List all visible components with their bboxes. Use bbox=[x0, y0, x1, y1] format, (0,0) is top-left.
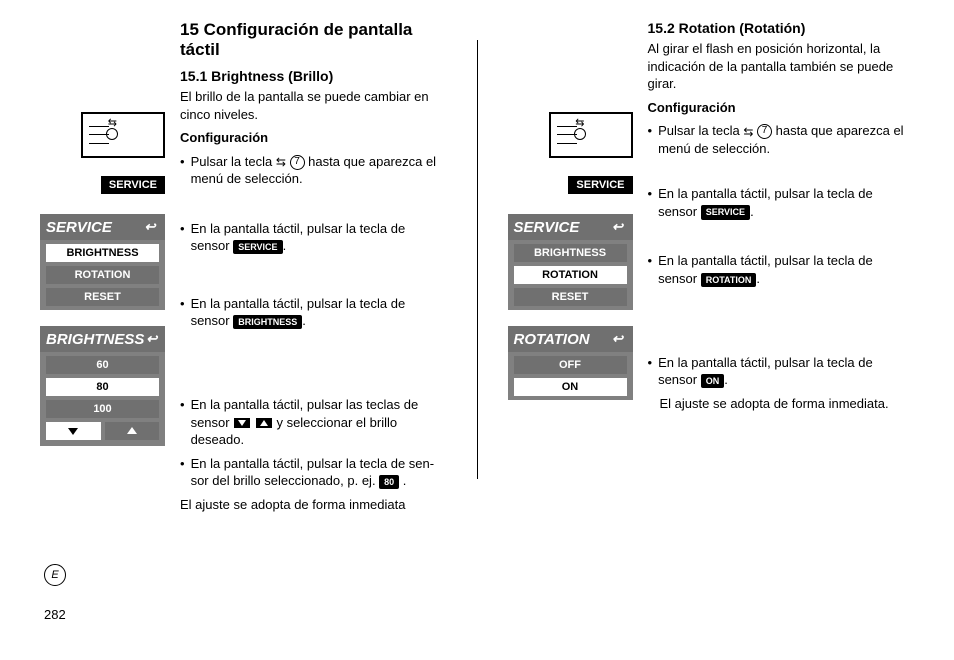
service-badge: SERVICE bbox=[568, 176, 632, 194]
service-menu-title: SERVICE bbox=[46, 219, 112, 236]
menu-item-on: ON bbox=[514, 378, 627, 396]
subsection-1-heading: 15.1 Brightness (Brillo) bbox=[180, 68, 447, 84]
circled-number-icon: 7 bbox=[290, 155, 305, 170]
sub1-step1: Pulsar la tecla ⇆ 7 hasta que aparezca e… bbox=[180, 153, 447, 188]
service-menu-panel: SERVICE ↩ BRIGHTNESS ROTATION RESET bbox=[40, 214, 165, 310]
brightness-menu-footer bbox=[46, 422, 159, 440]
service-menu-panel-2: SERVICE ↩ BRIGHTNESS ROTATION RESET bbox=[508, 214, 633, 310]
left-text-column: 15 Configuración de pantalla táctil 15.1… bbox=[180, 20, 447, 519]
language-marker: E bbox=[44, 564, 66, 586]
service-menu-title-2: SERVICE bbox=[514, 219, 580, 236]
rotation-badge-inline: ROTATION bbox=[701, 273, 757, 287]
rotation-menu-panel: ROTATION ↩ OFF ON bbox=[508, 326, 633, 400]
sub2-step3: En la pantalla táctil, pulsar la tecla d… bbox=[648, 252, 915, 287]
sub1-step5: En la pantalla táctil, pulsar la tecla d… bbox=[180, 455, 447, 490]
service-badge: SERVICE bbox=[101, 176, 165, 194]
sub2-step1: Pulsar la tecla ⇆ 7 hasta que aparezca e… bbox=[648, 122, 915, 157]
sub1-step4: En la pantalla táctil, pulsar las teclas… bbox=[180, 396, 447, 449]
right-text-column: 15.2 Rotation (Rotatión) Al girar el fla… bbox=[648, 20, 915, 519]
triangle-up-icon bbox=[256, 418, 272, 428]
brightness-menu-title: BRIGHTNESS bbox=[46, 331, 144, 348]
right-column: ⇆ SERVICE SERVICE ↩ BRIGHTNESS ROTATION … bbox=[508, 20, 915, 519]
sub2-config-label: Configuración bbox=[648, 99, 915, 117]
menu-item-reset: RESET bbox=[46, 288, 159, 306]
triangle-down-icon bbox=[234, 418, 250, 428]
sub1-intro: El brillo de la pantalla se puede cambia… bbox=[180, 88, 447, 123]
sub1-step2: En la pantalla táctil, pulsar la tecla d… bbox=[180, 220, 447, 255]
service-menu-header-2: SERVICE ↩ bbox=[508, 214, 633, 240]
return-icon: ↩ bbox=[609, 218, 627, 236]
sub1-config-label: Configuración bbox=[180, 129, 447, 147]
menu-item-brightness: BRIGHTNESS bbox=[46, 244, 159, 262]
menu-item-60: 60 bbox=[46, 356, 159, 374]
return-icon: ↩ bbox=[609, 330, 627, 348]
rotation-menu-title: ROTATION bbox=[514, 331, 590, 348]
return-icon: ↩ bbox=[144, 330, 159, 348]
column-divider bbox=[477, 40, 478, 479]
up-button bbox=[105, 422, 160, 440]
rotation-menu-header: ROTATION ↩ bbox=[508, 326, 633, 352]
page-body: ⇆ SERVICE SERVICE ↩ BRIGHTNESS ROTATION … bbox=[0, 0, 954, 519]
left-column: ⇆ SERVICE SERVICE ↩ BRIGHTNESS ROTATION … bbox=[40, 20, 447, 519]
menu-item-reset-2: RESET bbox=[514, 288, 627, 306]
service-badge-inline: SERVICE bbox=[233, 240, 282, 254]
circled-number-icon: 7 bbox=[757, 124, 772, 139]
service-menu-header: SERVICE ↩ bbox=[40, 214, 165, 240]
service-badge-inline: SERVICE bbox=[701, 205, 750, 219]
brightness-menu-panel: BRIGHTNESS ↩ 60 80 100 bbox=[40, 326, 165, 446]
menu-item-100: 100 bbox=[46, 400, 159, 418]
sub1-step3: En la pantalla táctil, pulsar la tecla d… bbox=[180, 295, 447, 330]
sub2-step2: En la pantalla táctil, pulsar la tecla d… bbox=[648, 185, 915, 220]
sub2-note: El ajuste se adopta de forma inmediata. bbox=[660, 395, 915, 413]
sub2-intro: Al girar el flash en posición horizontal… bbox=[648, 40, 915, 93]
brightness-badge-inline: BRIGHTNESS bbox=[233, 315, 302, 329]
down-button bbox=[46, 422, 101, 440]
section-title: 15 Configuración de pantalla táctil bbox=[180, 20, 447, 60]
right-icon-column: ⇆ SERVICE SERVICE ↩ BRIGHTNESS ROTATION … bbox=[508, 20, 633, 519]
sub1-note: El ajuste se adopta de forma inmediata bbox=[180, 496, 447, 514]
left-icon-column: ⇆ SERVICE SERVICE ↩ BRIGHTNESS ROTATION … bbox=[40, 20, 165, 519]
menu-item-brightness-2: BRIGHTNESS bbox=[514, 244, 627, 262]
subsection-2-heading: 15.2 Rotation (Rotatión) bbox=[648, 20, 915, 36]
menu-item-rotation: ROTATION bbox=[46, 266, 159, 284]
menu-item-rotation-2: ROTATION bbox=[514, 266, 627, 284]
menu-item-off: OFF bbox=[514, 356, 627, 374]
eighty-badge-inline: 80 bbox=[379, 475, 399, 489]
return-icon: ↩ bbox=[141, 218, 159, 236]
device-diagram-icon: ⇆ bbox=[549, 112, 633, 158]
device-diagram-icon: ⇆ bbox=[81, 112, 165, 158]
page-number: 282 bbox=[44, 607, 66, 622]
brightness-menu-header: BRIGHTNESS ↩ bbox=[40, 326, 165, 352]
sub2-step4: En la pantalla táctil, pulsar la tecla d… bbox=[648, 354, 915, 389]
on-badge-inline: ON bbox=[701, 374, 725, 388]
swap-icon: ⇆ bbox=[743, 124, 753, 140]
menu-item-80: 80 bbox=[46, 378, 159, 396]
swap-icon: ⇆ bbox=[276, 154, 286, 170]
